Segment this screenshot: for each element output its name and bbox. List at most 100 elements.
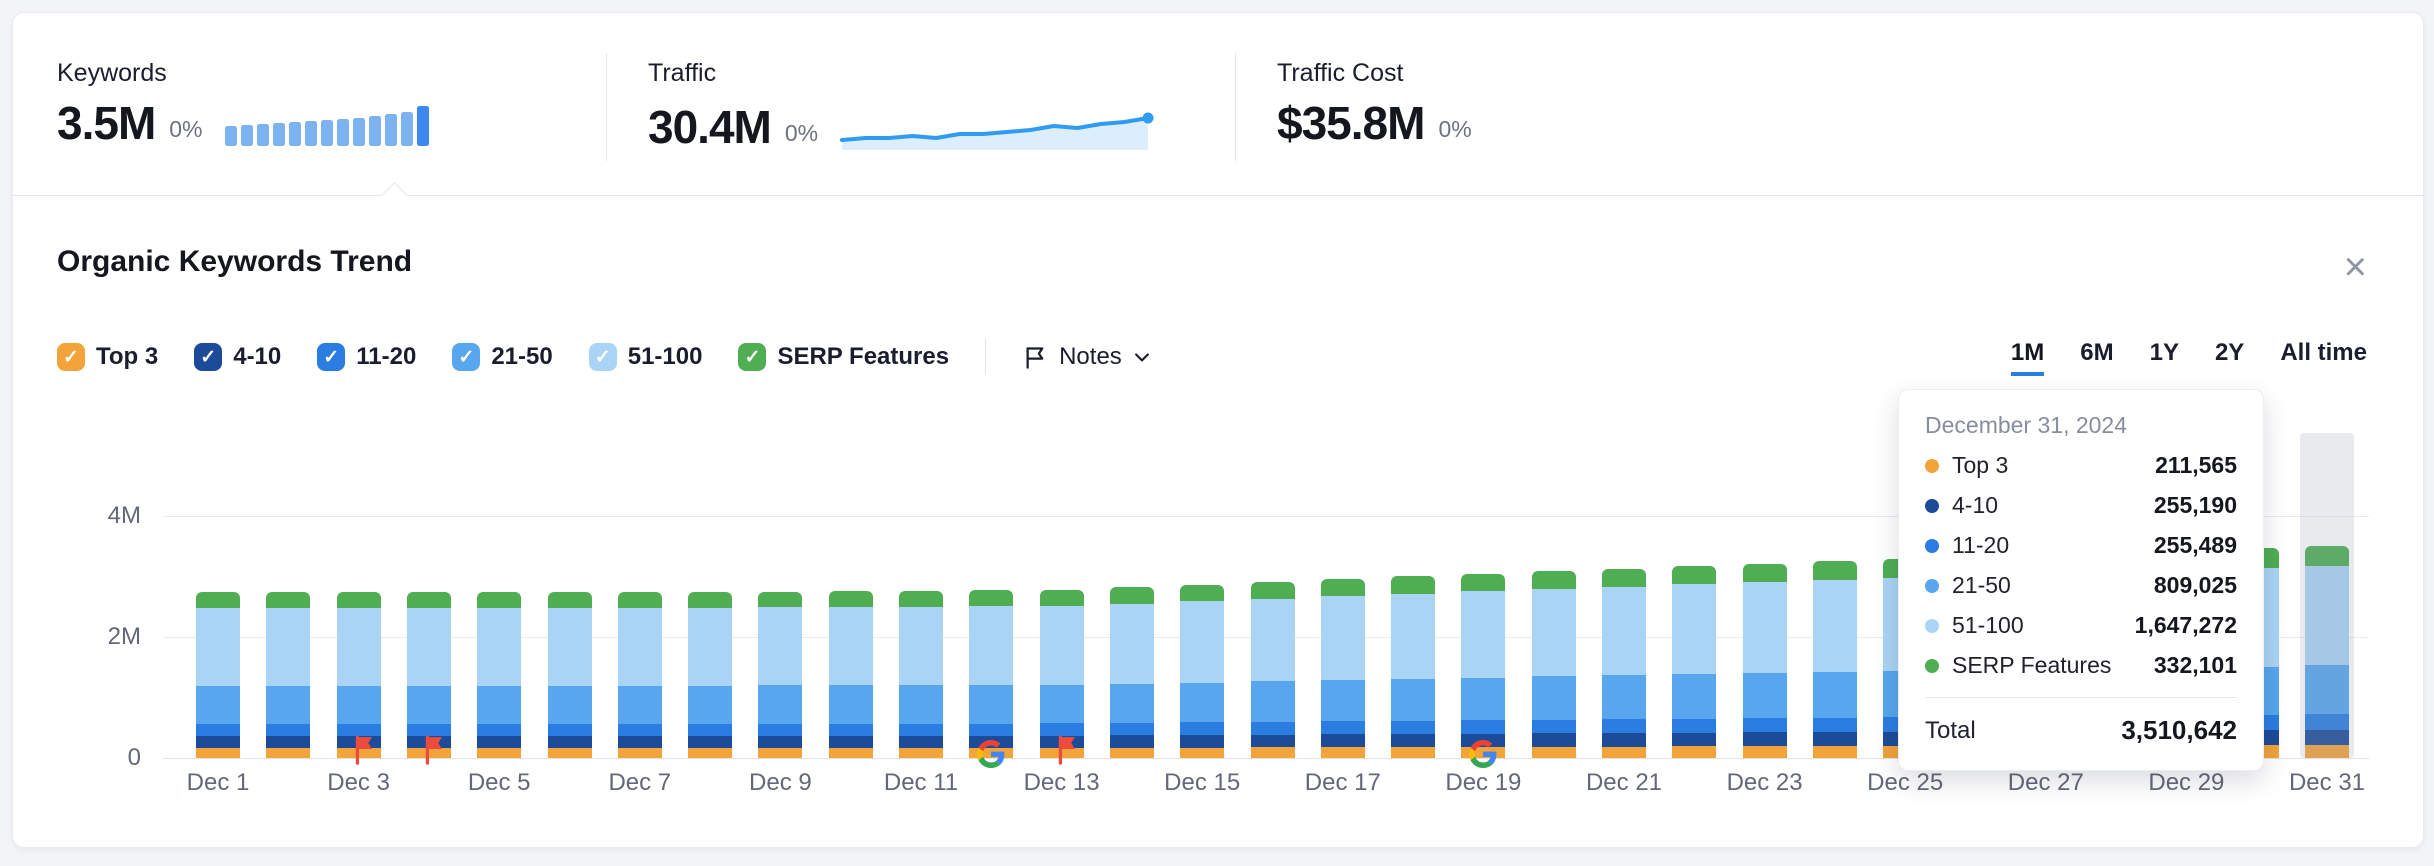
bar-dec-3[interactable] (336, 592, 381, 758)
segment-top-3 (828, 748, 873, 758)
segment-51-100 (1602, 586, 1646, 676)
segment-51-100 (688, 607, 733, 686)
segment-4-10 (1109, 735, 1154, 748)
segment-top-3 (1531, 746, 1576, 758)
segment-11-20 (828, 723, 873, 736)
segment-11-20 (969, 723, 1014, 736)
bar-dec-5[interactable] (477, 591, 522, 758)
segment-4-10 (477, 735, 522, 748)
bar-dec-15[interactable] (1180, 584, 1225, 758)
tooltip-row-label: 21-50 (1952, 572, 2011, 598)
segment-serp-features (1461, 573, 1506, 592)
bar-dec-19[interactable] (1461, 573, 1506, 758)
bar-dec-14[interactable] (1109, 587, 1154, 758)
segment-51-100 (1742, 582, 1787, 674)
series-dot-icon (1925, 618, 1939, 633)
series-dot-icon (1925, 458, 1939, 473)
segment-top-3 (1180, 747, 1225, 758)
x-axis-label: Dec 13 (1023, 769, 1100, 796)
tooltip-row-value: 1,647,272 (2134, 612, 2237, 638)
segment-4-10 (266, 735, 311, 748)
bar-dec-10[interactable] (828, 591, 873, 758)
segment-21-50 (477, 685, 522, 724)
x-axis-label: Dec 23 (1726, 769, 1803, 796)
bar-dec-9[interactable] (758, 591, 803, 758)
segment-21-50 (1109, 683, 1154, 723)
segment-21-50 (1461, 677, 1506, 721)
segment-4-10 (899, 735, 943, 748)
bar-dec-13[interactable] (1039, 589, 1084, 758)
tooltip-row-label: SERP Features (1952, 652, 2112, 678)
x-axis-label: Dec 27 (2007, 769, 2084, 796)
segment-4-10 (1250, 734, 1295, 748)
bar-dec-2[interactable] (266, 592, 311, 758)
tooltip-row-51-100: 51-100 1,647,272 (1925, 612, 2237, 639)
tooltip-row-label: 51-100 (1952, 612, 2024, 638)
segment-serp-features (1812, 561, 1857, 580)
bar-dec-7[interactable] (617, 592, 662, 758)
segment-51-100 (1672, 584, 1717, 675)
segment-21-50 (1602, 675, 1646, 720)
bar-dec-6[interactable] (547, 592, 592, 758)
bar-dec-4[interactable] (406, 592, 451, 758)
segment-4-10 (1039, 735, 1084, 748)
domain-overview-card: Keywords 3.5M 0% Traffic 30.4M 0% Traffi… (12, 12, 2424, 848)
segment-serp-features (1742, 563, 1787, 583)
series-dot-icon (1925, 578, 1939, 593)
tooltip-total-value: 3,510,642 (2121, 715, 2237, 745)
x-axis-label: Dec 9 (749, 769, 812, 796)
segment-11-20 (406, 723, 451, 736)
segment-4-10 (547, 736, 592, 748)
segment-11-20 (1320, 721, 1365, 735)
segment-21-50 (1391, 678, 1436, 721)
bar-dec-20[interactable] (1531, 571, 1576, 758)
bar-dec-21[interactable] (1602, 568, 1646, 758)
tooltip-row-value: 211,565 (2155, 452, 2237, 478)
bar-dec-17[interactable] (1320, 579, 1365, 758)
segment-21-50 (1812, 672, 1857, 718)
bar-dec-22[interactable] (1672, 566, 1717, 758)
tooltip-rows: Top 3 211,565 4-10 255,190 11-20 255,489 21-50… (1925, 452, 2237, 679)
tooltip-row-value: 809,025 (2153, 572, 2237, 598)
bar-dec-11[interactable] (899, 591, 943, 758)
tooltip-row-11-20: 11-20 255,489 (1925, 532, 2237, 559)
segment-11-20 (1812, 717, 1857, 732)
segment-21-50 (1742, 673, 1787, 719)
x-axis-label: Dec 5 (467, 769, 531, 796)
tooltip-row-serp-features: SERP Features 332,101 (1925, 652, 2237, 679)
segment-11-20 (758, 723, 803, 736)
segment-4-10 (406, 736, 451, 748)
bar-dec-8[interactable] (688, 591, 733, 758)
x-axis-label: Dec 19 (1445, 769, 1522, 796)
segment-top-3 (1812, 746, 1857, 758)
bar-dec-24[interactable] (1812, 561, 1857, 758)
bar-dec-23[interactable] (1742, 563, 1787, 758)
bar-dec-1[interactable] (196, 592, 240, 758)
segment-51-100 (1039, 605, 1084, 685)
series-dot-icon (1925, 658, 1939, 673)
tooltip-row-value: 255,190 (2153, 492, 2237, 518)
tooltip-row-value: 255,489 (2153, 532, 2237, 558)
page: Keywords 3.5M 0% Traffic 30.4M 0% Traffi… (0, 0, 2434, 866)
bar-dec-12[interactable] (969, 590, 1014, 758)
segment-21-50 (969, 684, 1014, 724)
segment-51-100 (336, 608, 381, 686)
segment-serp-features (196, 592, 240, 609)
segment-serp-features (1531, 571, 1576, 589)
segment-11-20 (1109, 722, 1154, 736)
segment-11-20 (547, 723, 592, 736)
segment-serp-features (266, 592, 311, 608)
segment-top-3 (617, 748, 662, 758)
segment-51-100 (406, 607, 451, 686)
segment-21-50 (1180, 682, 1225, 723)
x-axis-label: Dec 17 (1304, 769, 1381, 796)
x-axis-label: Dec 15 (1164, 769, 1241, 796)
segment-4-10 (1320, 734, 1365, 748)
segment-11-20 (336, 724, 381, 736)
segment-4-10 (196, 736, 240, 748)
segment-4-10 (758, 735, 803, 748)
bar-dec-16[interactable] (1250, 582, 1295, 758)
segment-top-3 (1391, 747, 1436, 758)
x-axis-label: Dec 3 (327, 769, 390, 796)
bar-dec-18[interactable] (1391, 576, 1436, 758)
